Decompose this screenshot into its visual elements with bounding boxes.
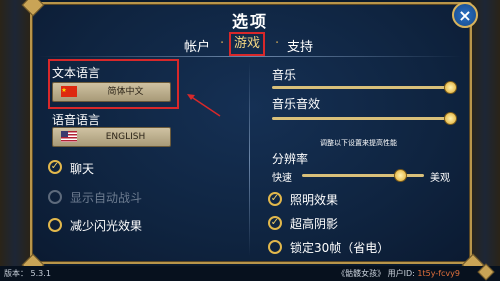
- china-flag-icon: [61, 86, 77, 97]
- lighting-label: 照明效果: [290, 193, 339, 207]
- resolution-slider-knob[interactable]: [393, 169, 407, 182]
- tab-support[interactable]: 支持: [287, 36, 313, 55]
- sfx-slider-track[interactable]: [272, 117, 450, 120]
- checkmark-icon: ✓: [270, 217, 280, 228]
- music-slider-knob[interactable]: [444, 81, 457, 94]
- version-text: 版本： 5.3.1: [4, 269, 51, 278]
- column-divider: [249, 62, 250, 256]
- resolution-label: 分辨率: [272, 152, 309, 166]
- usa-flag-icon: [61, 131, 77, 142]
- user-id-text: 《骷髅女孩》 用户ID: 1t5y-fcvy9: [337, 269, 460, 278]
- resolution-min-label: 快速: [272, 173, 292, 184]
- lock-30fps-label: 锁定30帧（省电）: [290, 241, 390, 255]
- red-arrow-icon: [187, 94, 221, 117]
- lock-30fps-checkbox[interactable]: [268, 240, 282, 254]
- tab-separator: ·: [220, 36, 225, 51]
- background-right: [470, 0, 500, 281]
- text-language-value: 简体中文: [107, 87, 144, 97]
- tab-account[interactable]: 帐户: [184, 36, 210, 55]
- ultra-shadow-checkbox[interactable]: ✓: [268, 216, 282, 230]
- header-divider: [38, 56, 462, 57]
- text-language-button[interactable]: 简体中文: [52, 82, 171, 102]
- performance-hint: 调整以下设置来提高性能: [320, 139, 397, 147]
- music-label: 音乐: [272, 68, 297, 82]
- lighting-checkbox[interactable]: ✓: [268, 192, 282, 206]
- music-slider-track[interactable]: [272, 86, 450, 89]
- tab-separator: ·: [275, 36, 280, 51]
- auto-battle-checkbox: [48, 190, 62, 204]
- resolution-max-label: 美观: [430, 173, 450, 184]
- dialog-title: 选项: [231, 12, 268, 31]
- chat-label: 聊天: [70, 162, 95, 176]
- voice-language-button[interactable]: ENGLISH: [52, 127, 171, 147]
- reduce-flash-checkbox[interactable]: [48, 218, 62, 232]
- background-left: [0, 0, 30, 281]
- close-icon[interactable]: ×: [452, 2, 478, 28]
- sfx-label: 音乐音效: [272, 97, 321, 111]
- voice-language-value: ENGLISH: [105, 132, 146, 142]
- sfx-slider-knob[interactable]: [444, 112, 457, 125]
- text-language-label: 文本语言: [52, 66, 101, 80]
- auto-battle-label: 显示自动战斗: [70, 191, 143, 205]
- checkmark-icon: ✓: [50, 161, 60, 172]
- voice-language-label: 语音语言: [52, 113, 101, 127]
- chat-checkbox[interactable]: ✓: [48, 160, 62, 174]
- ultra-shadow-label: 超高阴影: [290, 217, 339, 231]
- reduce-flash-label: 减少闪光效果: [70, 219, 143, 233]
- checkmark-icon: ✓: [270, 193, 280, 204]
- tab-game[interactable]: 游戏: [229, 32, 266, 56]
